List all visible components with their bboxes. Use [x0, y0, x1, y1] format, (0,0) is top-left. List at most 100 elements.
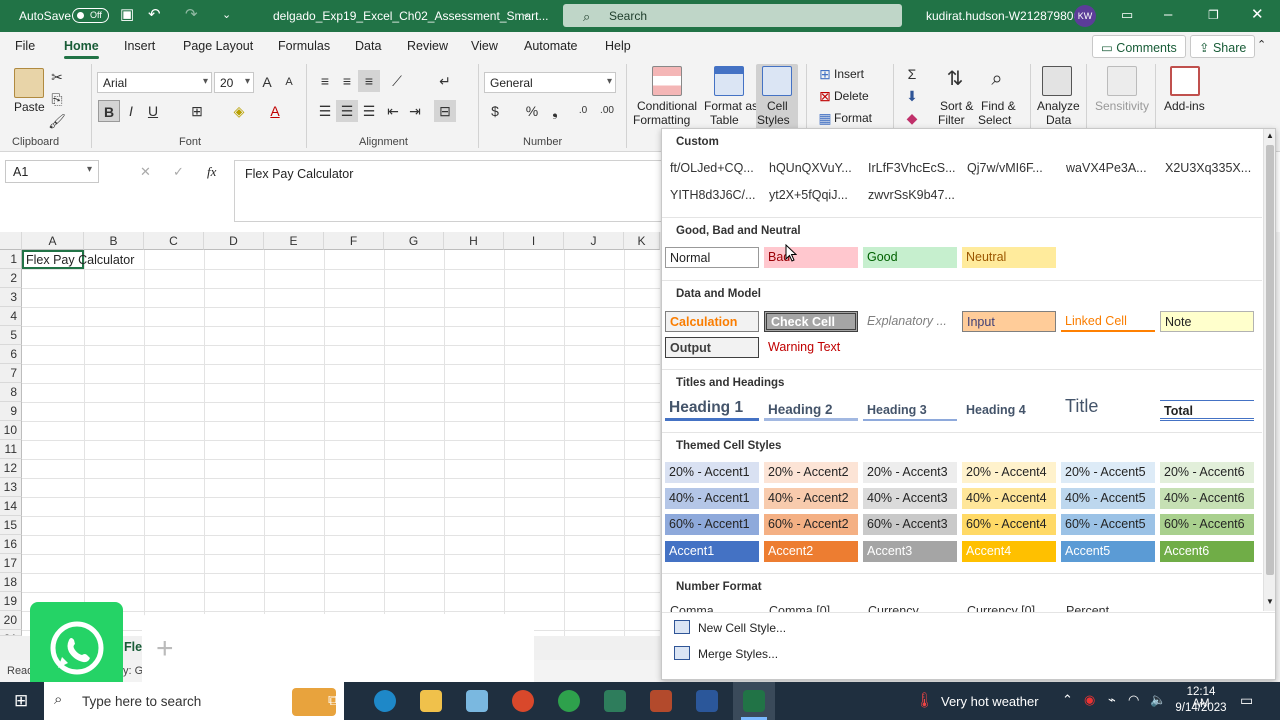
column-header[interactable]: J — [564, 232, 624, 250]
find-select-label-2[interactable]: Select — [978, 113, 1011, 127]
style-60-accent5[interactable]: 60% - Accent5 — [1061, 514, 1155, 535]
style-accent1[interactable]: Accent1 — [665, 541, 759, 562]
conditional-formatting-label[interactable]: Conditional — [637, 99, 697, 113]
row-header[interactable]: 2 — [0, 269, 22, 288]
row-header[interactable]: 8 — [0, 383, 22, 402]
paste-icon[interactable] — [14, 68, 44, 98]
format-cells-button[interactable]: Format — [834, 111, 872, 125]
delete-cells-icon[interactable]: ⊠ — [814, 85, 836, 107]
format-as-table-icon[interactable] — [714, 66, 744, 96]
comma-style-icon[interactable]: ❟ — [544, 100, 566, 122]
clear-icon[interactable]: ◆ — [901, 107, 923, 129]
volume-icon[interactable]: 🔈 — [1150, 692, 1166, 708]
undo-icon[interactable]: ↶ — [148, 7, 161, 23]
save-icon[interactable]: ▣ — [120, 7, 134, 23]
row-header[interactable]: 15 — [0, 516, 22, 535]
style-check-cell[interactable]: Check Cell — [764, 311, 858, 332]
comments-button[interactable]: ▭ Comments — [1092, 35, 1186, 58]
style-calculation[interactable]: Calculation — [665, 311, 759, 332]
cell-a1[interactable]: Flex Pay Calculator — [26, 253, 134, 267]
add-ins-label[interactable]: Add-ins — [1164, 99, 1205, 113]
column-header[interactable]: G — [384, 232, 444, 250]
insert-function-button[interactable]: fx — [207, 164, 216, 180]
style-40-accent1[interactable]: 40% - Accent1 — [665, 488, 759, 509]
new-cell-style-item[interactable]: New Cell Style... — [672, 617, 786, 639]
file-explorer-icon[interactable] — [420, 690, 442, 712]
style-20-accent3[interactable]: 20% - Accent3 — [863, 462, 957, 483]
column-header[interactable]: F — [324, 232, 384, 250]
increase-decimal-icon[interactable]: .0 — [572, 100, 594, 122]
custom-style-item[interactable]: yt2X+5fQqiJ... — [769, 188, 848, 202]
customize-toolbar-icon[interactable]: ⌄ — [222, 7, 231, 23]
align-left-icon[interactable]: ☰ — [314, 100, 336, 122]
conditional-formatting-label-2[interactable]: Formatting — [633, 113, 690, 127]
align-right-icon[interactable]: ☰ — [358, 100, 380, 122]
style-40-accent6[interactable]: 40% - Accent6 — [1160, 488, 1254, 509]
custom-style-item[interactable]: YITH8d3J6C/... — [670, 188, 755, 202]
sensitivity-label[interactable]: Sensitivity — [1095, 99, 1149, 113]
chrome-profile-icon[interactable] — [558, 690, 580, 712]
style-percent[interactable]: Percent — [1066, 604, 1109, 612]
notification-icon[interactable]: ▭ — [1240, 692, 1253, 709]
row-header[interactable]: 18 — [0, 573, 22, 592]
style-input[interactable]: Input — [962, 311, 1056, 332]
align-bottom-icon[interactable]: ≡ — [358, 70, 380, 92]
avatar[interactable]: KW — [1074, 5, 1096, 27]
sort-filter-icon[interactable]: ⇅ — [944, 68, 966, 90]
merge-center-icon[interactable]: ⊟ — [434, 100, 456, 122]
copy-icon[interactable]: ⎘ — [46, 88, 68, 110]
style-currency-0[interactable]: Currency [0] — [967, 604, 1035, 612]
style-40-accent5[interactable]: 40% - Accent5 — [1061, 488, 1155, 509]
close-icon[interactable]: ✕ — [1251, 7, 1264, 23]
style-20-accent2[interactable]: 20% - Accent2 — [764, 462, 858, 483]
style-good[interactable]: Good — [863, 247, 957, 268]
row-header[interactable]: 9 — [0, 402, 22, 421]
style-linked-cell[interactable]: Linked Cell — [1061, 311, 1155, 332]
insert-cells-button[interactable]: Insert — [834, 67, 864, 81]
weather-text[interactable]: Very hot weather — [941, 694, 1039, 709]
row-header[interactable]: 10 — [0, 421, 22, 440]
number-format-combo[interactable]: General — [484, 72, 616, 93]
app-icon[interactable] — [604, 690, 626, 712]
underline-button[interactable]: U — [142, 100, 164, 122]
style-accent3[interactable]: Accent3 — [863, 541, 957, 562]
user-name[interactable]: kudirat.hudson-W212879806 — [926, 9, 1080, 23]
insert-cells-icon[interactable]: ⊞ — [814, 63, 836, 85]
show-hidden-icons[interactable]: ⌃ — [1062, 692, 1073, 708]
font-name-combo[interactable]: Arial — [97, 72, 212, 93]
decrease-font-icon[interactable]: A — [278, 71, 300, 93]
style-comma[interactable]: Comma — [670, 604, 714, 612]
style-accent6[interactable]: Accent6 — [1160, 541, 1254, 562]
tab-review[interactable]: Review — [407, 39, 448, 53]
wrap-text-icon[interactable]: ↵ — [434, 70, 456, 92]
style-currency[interactable]: Currency — [868, 604, 919, 612]
find-select-label[interactable]: Find & — [981, 99, 1016, 113]
format-as-table-label-2[interactable]: Table — [710, 113, 739, 127]
merge-styles-item[interactable]: Merge Styles... — [672, 643, 778, 665]
row-header[interactable]: 1 — [0, 250, 22, 269]
row-header[interactable]: 4 — [0, 307, 22, 326]
tab-view[interactable]: View — [471, 39, 498, 53]
chrome-icon[interactable] — [512, 690, 534, 712]
clock-date[interactable]: 9/14/2023 — [1172, 702, 1230, 714]
style-accent5[interactable]: Accent5 — [1061, 541, 1155, 562]
fill-color-icon[interactable]: ◈ — [228, 100, 250, 122]
column-header[interactable]: K — [624, 232, 660, 250]
cancel-icon[interactable]: ✕ — [140, 164, 151, 180]
percent-button[interactable]: % — [521, 100, 543, 122]
style-20-accent1[interactable]: 20% - Accent1 — [665, 462, 759, 483]
cell-styles-icon[interactable] — [762, 66, 792, 96]
enter-icon[interactable]: ✓ — [173, 164, 184, 180]
style-title[interactable]: Title — [1061, 395, 1155, 419]
tab-page-layout[interactable]: Page Layout — [183, 39, 253, 53]
style-40-accent3[interactable]: 40% - Accent3 — [863, 488, 957, 509]
notepad-icon[interactable] — [466, 690, 488, 712]
edge-icon[interactable] — [374, 690, 396, 712]
tab-file[interactable]: File — [15, 39, 35, 53]
style-heading-4[interactable]: Heading 4 — [962, 400, 1056, 421]
style-warning-text[interactable]: Warning Text — [764, 337, 858, 358]
row-header[interactable]: 20 — [0, 611, 22, 630]
row-header[interactable]: 19 — [0, 592, 22, 611]
custom-style-item[interactable]: zwvrSsK9b47... — [868, 188, 955, 202]
minimize-icon[interactable]: – — [1164, 7, 1172, 23]
